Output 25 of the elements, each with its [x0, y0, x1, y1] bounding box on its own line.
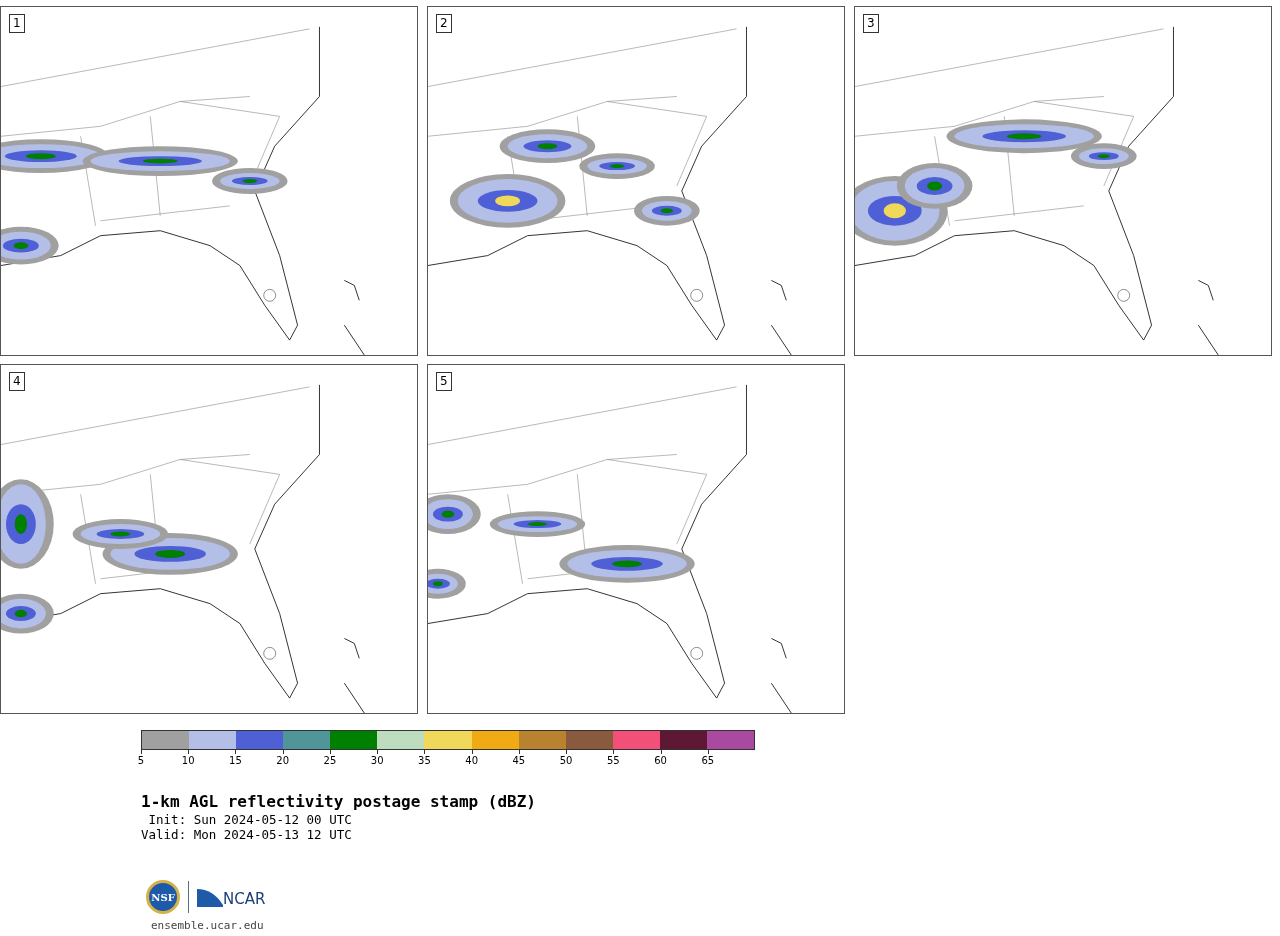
tick-label: 20 [276, 755, 290, 767]
tick-label: 45 [512, 755, 526, 767]
chart-title: 1-km AGL reflectivity postage stamp (dBZ) [141, 792, 537, 812]
panel-number: 2 [436, 14, 452, 33]
swoosh-icon [197, 887, 223, 907]
panel-number: 5 [436, 372, 452, 391]
init-time: Init: Sun 2024-05-12 00 UTC [147, 812, 353, 827]
tick-label: 55 [607, 755, 620, 767]
tick-label: 50 [559, 755, 573, 767]
ncar-logo: NCAR [197, 887, 266, 907]
nsf-logo: NSF [146, 880, 180, 914]
tick-label: 5 [137, 755, 145, 767]
valid-time: Valid: Mon 2024-05-13 12 UTC [141, 827, 353, 842]
tick-label: 40 [465, 755, 478, 767]
tick-label: 10 [181, 755, 195, 767]
tick-label: 30 [370, 755, 384, 767]
panel-number: 1 [9, 14, 25, 33]
tick-label: 35 [418, 755, 431, 767]
tick-label: 15 [229, 755, 242, 767]
panel-number: 4 [9, 372, 25, 391]
tick-label: 60 [654, 755, 667, 767]
tick-label: 65 [701, 755, 715, 767]
tick-label: 25 [323, 755, 337, 767]
panel-number: 3 [863, 14, 879, 33]
site-url: ensemble.ucar.edu [151, 918, 265, 934]
